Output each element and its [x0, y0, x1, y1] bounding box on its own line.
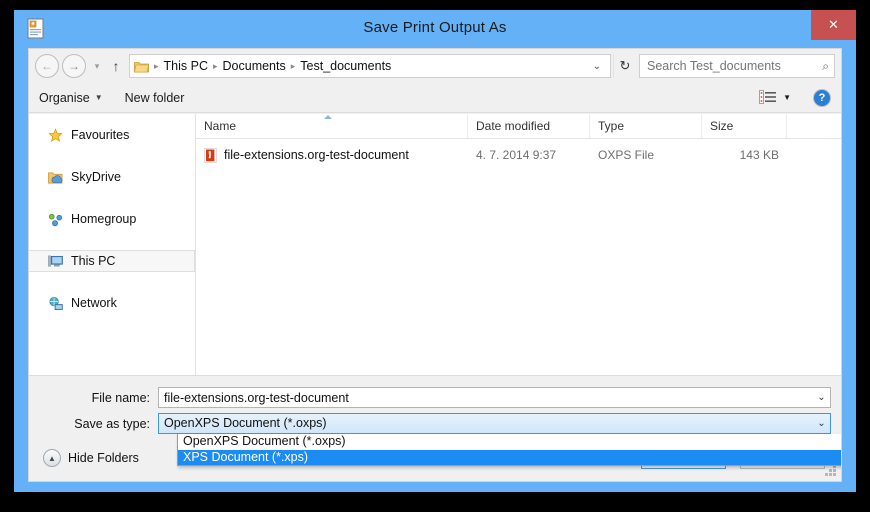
- command-toolbar: Organise ▼ New folder ▼ ?: [29, 83, 841, 113]
- folder-icon: [134, 61, 149, 72]
- close-button[interactable]: ✕: [811, 10, 856, 40]
- star-icon: [47, 127, 63, 143]
- chevron-down-icon: ▼: [94, 93, 103, 102]
- chevron-down-icon[interactable]: ⌄: [813, 418, 830, 429]
- file-name-combo[interactable]: ⌄: [158, 387, 831, 408]
- screen: Save Print Output As ✕ ← → ▾ ↑ ▸ This PC…: [0, 0, 870, 512]
- search-icon: ⌕: [822, 58, 829, 73]
- sidebar-item-label: Homegroup: [71, 212, 137, 226]
- skydrive-icon: [47, 169, 63, 185]
- save-as-type-value: OpenXPS Document (*.oxps): [164, 416, 327, 430]
- dropdown-option-openxps[interactable]: OpenXPS Document (*.oxps): [178, 434, 841, 450]
- title-bar: Save Print Output As ✕: [14, 10, 856, 48]
- column-header-date-modified[interactable]: Date modified: [468, 114, 590, 138]
- breadcrumb-item-1[interactable]: Documents: [220, 59, 289, 73]
- chevron-down-icon[interactable]: ▼: [783, 93, 791, 102]
- table-row[interactable]: file-extensions.org-test-document 4. 7. …: [196, 143, 841, 167]
- up-button[interactable]: ↑: [105, 54, 127, 78]
- sidebar-item-favourites[interactable]: Favourites: [29, 124, 195, 146]
- sidebar-item-this-pc[interactable]: This PC: [29, 250, 195, 272]
- chevron-down-icon[interactable]: ⌄: [813, 392, 830, 403]
- breadcrumb-item-0[interactable]: This PC: [161, 59, 211, 73]
- hide-folders-button[interactable]: ▲ Hide Folders: [43, 449, 139, 467]
- save-as-type-combo[interactable]: OpenXPS Document (*.oxps) ⌄: [158, 413, 831, 434]
- sidebar-item-homegroup[interactable]: Homegroup: [29, 208, 195, 230]
- computer-icon: [47, 253, 63, 269]
- breadcrumb-separator-2: ▸: [290, 60, 296, 71]
- search-input[interactable]: [645, 58, 823, 74]
- breadcrumb-separator-1: ▸: [212, 60, 218, 71]
- content-split: Favourites SkyDrive Homegroup This PC Ne…: [29, 114, 841, 376]
- view-options-icon[interactable]: [759, 90, 777, 105]
- column-header-label: Name: [204, 119, 237, 133]
- recent-locations-icon[interactable]: ▾: [89, 54, 105, 78]
- breadcrumb-item-2[interactable]: Test_documents: [297, 59, 394, 73]
- new-folder-button[interactable]: New folder: [125, 91, 185, 105]
- file-name-cell: file-extensions.org-test-document: [196, 147, 468, 163]
- address-bar[interactable]: ▸ This PC ▸ Documents ▸ Test_documents ⌄: [129, 54, 611, 78]
- file-name-label: file-extensions.org-test-document: [224, 148, 409, 162]
- network-icon: [47, 295, 63, 311]
- search-box[interactable]: ⌕: [639, 54, 835, 78]
- dialog-client-area: ← → ▾ ↑ ▸ This PC ▸ Documents ▸ Test_doc…: [28, 48, 842, 482]
- column-header-size[interactable]: Size: [702, 114, 787, 138]
- file-name-input[interactable]: [159, 387, 813, 408]
- save-as-type-dropdown: OpenXPS Document (*.oxps) XPS Document (…: [177, 434, 841, 466]
- sidebar-item-skydrive[interactable]: SkyDrive: [29, 166, 195, 188]
- window-title: Save Print Output As: [363, 19, 507, 36]
- chevron-down-icon[interactable]: ⌄: [588, 61, 606, 72]
- chevron-up-icon: ▲: [43, 449, 61, 467]
- save-as-type-label: Save as type:: [74, 416, 150, 431]
- sidebar-item-label: Favourites: [71, 128, 130, 142]
- sort-ascending-icon: [324, 115, 332, 119]
- back-button[interactable]: ←: [35, 54, 59, 78]
- navigation-pane: Favourites SkyDrive Homegroup This PC Ne…: [29, 114, 196, 376]
- organise-button[interactable]: Organise ▼: [39, 91, 103, 105]
- sidebar-item-network[interactable]: Network: [29, 292, 195, 314]
- file-list: Name Date modified Type Size file-extens…: [196, 114, 841, 376]
- file-date-cell: 4. 7. 2014 9:37: [476, 148, 557, 162]
- help-icon[interactable]: ?: [813, 88, 831, 107]
- resize-grip[interactable]: [825, 465, 837, 477]
- breadcrumb-separator-0: ▸: [154, 60, 159, 71]
- column-header-type[interactable]: Type: [590, 114, 702, 138]
- column-headers: Name Date modified Type Size: [196, 114, 841, 139]
- breadcrumb: ▸ This PC ▸ Documents ▸ Test_documents: [152, 59, 588, 73]
- homegroup-icon: [47, 211, 63, 227]
- file-size-cell: 143 KB: [739, 148, 779, 162]
- sidebar-item-label: Network: [71, 296, 117, 310]
- sidebar-item-label: SkyDrive: [71, 170, 122, 184]
- file-name-row: File name: ⌄: [29, 387, 831, 408]
- hide-folders-label: Hide Folders: [68, 451, 139, 465]
- xps-file-icon: [204, 147, 217, 163]
- sidebar-item-label: This PC: [71, 254, 116, 268]
- navigation-bar: ← → ▾ ↑ ▸ This PC ▸ Documents ▸ Test_doc…: [29, 49, 841, 83]
- save-form: File name: ⌄ Save as type: OpenXPS Docum…: [29, 375, 841, 481]
- save-dialog: Save Print Output As ✕ ← → ▾ ↑ ▸ This PC…: [14, 10, 856, 492]
- organise-label: Organise: [39, 90, 90, 105]
- column-header-name[interactable]: Name: [196, 114, 468, 138]
- dropdown-option-xps[interactable]: XPS Document (*.xps): [178, 449, 841, 465]
- save-as-type-row: Save as type: OpenXPS Document (*.oxps) …: [29, 413, 831, 434]
- refresh-icon[interactable]: ↻: [613, 54, 636, 78]
- file-type-cell: OXPS File: [598, 148, 655, 162]
- file-name-label: File name:: [91, 390, 150, 405]
- forward-button[interactable]: →: [62, 54, 86, 78]
